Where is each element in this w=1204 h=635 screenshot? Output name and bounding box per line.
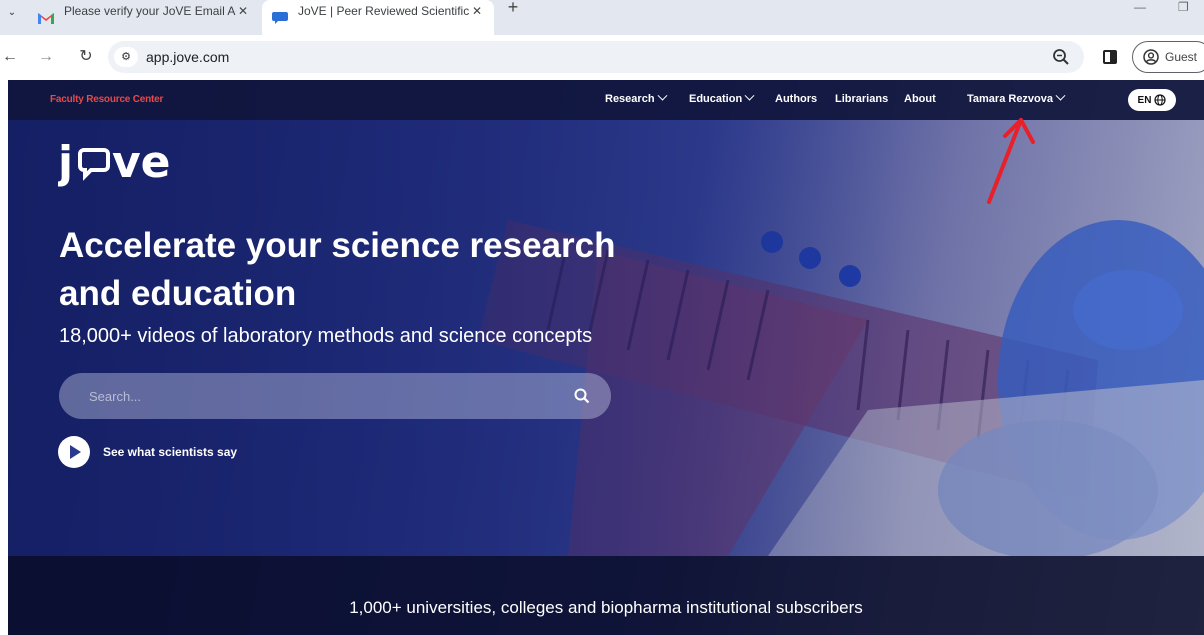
hero-title: Accelerate your science research and edu… (59, 226, 616, 313)
restore-icon[interactable]: ❐ (1178, 0, 1189, 14)
nav-research[interactable]: Research (605, 90, 667, 105)
subscribers-text: 1,000+ universities, colleges and biopha… (349, 598, 863, 617)
minimize-icon[interactable]: — (1134, 0, 1146, 14)
user-name: Tamara Rezvova (967, 93, 1054, 105)
profile-icon (1143, 49, 1159, 65)
tab-search-icon[interactable]: ⌄ (4, 6, 20, 20)
nav-librarians[interactable]: Librarians (835, 93, 888, 105)
gmail-icon (38, 12, 54, 24)
svg-text:ve: ve (112, 137, 171, 188)
new-tab-button[interactable]: + (504, 0, 522, 16)
zoom-icon[interactable] (1052, 48, 1070, 66)
nav-education-label: Education (689, 93, 743, 105)
chevron-down-icon (657, 90, 667, 101)
jove-logo[interactable]: j ve (58, 120, 188, 190)
tab-title: JoVE | Peer Reviewed Scientific (298, 3, 470, 18)
hero-subtitle: 18,000+ videos of laboratory methods and… (59, 325, 593, 347)
tab-strip: ⌄ Please verify your JoVE Email Ad ✕ JoV… (0, 0, 1204, 35)
annotation-arrow-icon (987, 118, 1035, 204)
chevron-down-icon (744, 90, 755, 101)
back-arrow-icon[interactable]: ← (0, 47, 20, 67)
language-label: EN (1137, 94, 1152, 106)
play-video-button[interactable] (58, 436, 90, 468)
url-text[interactable]: app.jove.com (146, 49, 229, 65)
svg-text:j: j (58, 137, 73, 188)
language-button[interactable]: EN (1128, 89, 1176, 111)
subscribers-band: 1,000+ universities, colleges and biopha… (8, 556, 1204, 635)
user-menu[interactable]: Tamara Rezvova (967, 90, 1066, 105)
nav-authors[interactable]: Authors (775, 93, 817, 105)
tab-title: Please verify your JoVE Email Ad (64, 3, 236, 18)
nav-education[interactable]: Education (689, 90, 755, 105)
address-bar[interactable] (108, 41, 1084, 73)
side-panel-icon[interactable] (1103, 50, 1117, 64)
faculty-resource-center-link[interactable]: Faculty Resource Center (50, 94, 163, 105)
tab-gmail[interactable]: Please verify your JoVE Email Ad ✕ (28, 0, 260, 35)
chevron-down-icon (1055, 90, 1066, 101)
jove-homepage: Faculty Resource Center Research Educati… (8, 80, 1204, 635)
nav-about[interactable]: About (904, 93, 936, 105)
profile-label: Guest (1165, 50, 1198, 64)
search-icon[interactable] (573, 387, 591, 405)
search-bar (59, 373, 611, 419)
profile-button[interactable]: Guest (1132, 41, 1204, 73)
see-scientists-link[interactable]: See what scientists say (103, 445, 237, 459)
reload-icon[interactable]: ↻ (76, 47, 96, 67)
close-icon[interactable]: ✕ (236, 4, 250, 18)
forward-arrow-icon[interactable]: → (36, 47, 56, 67)
tab-jove[interactable]: JoVE | Peer Reviewed Scientific ✕ (262, 0, 494, 35)
search-input[interactable] (89, 373, 549, 419)
globe-icon (1154, 94, 1167, 106)
nav-research-label: Research (605, 93, 655, 105)
jove-chat-icon (272, 11, 288, 24)
site-info-icon[interactable]: ⚙ (114, 47, 138, 67)
close-icon[interactable]: ✕ (470, 4, 484, 18)
